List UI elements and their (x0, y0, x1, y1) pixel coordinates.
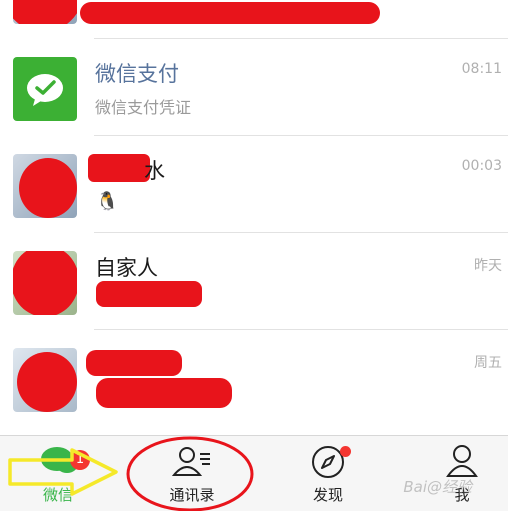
tab-discover[interactable]: 发现 (278, 436, 378, 511)
wechat-pay-icon (27, 74, 63, 106)
tab-me[interactable]: 我 (412, 436, 508, 511)
watermark: Bai@经验 (403, 478, 472, 496)
redaction-mark (96, 281, 202, 307)
redaction-mark (88, 154, 150, 182)
contacts-icon (172, 447, 210, 476)
chat-row[interactable]: 自家人 昨天 (0, 233, 508, 330)
new-dot (340, 446, 351, 457)
redaction-mark (13, 251, 77, 315)
avatar (13, 251, 77, 315)
chat-time: 昨天 (474, 258, 502, 274)
unread-badge: 1 (70, 450, 90, 470)
chat-name: 微信支付 (95, 62, 179, 86)
redaction-mark (19, 158, 77, 218)
chat-row[interactable]: 水 🐧 00:03 (0, 136, 508, 233)
avatar (13, 0, 77, 24)
qq-penguin-icon: 🐧 (96, 191, 119, 212)
avatar (13, 154, 77, 218)
wechat-pay-avatar (13, 57, 77, 121)
redaction-mark (17, 352, 77, 412)
tab-label: 通讯录 (169, 486, 215, 504)
redaction-mark (13, 0, 77, 24)
tab-label: 微信 (42, 486, 73, 504)
tab-chats[interactable]: 1 微信 (8, 436, 108, 511)
person-icon (446, 445, 478, 477)
chat-time: 周五 (474, 355, 502, 371)
redaction-mark (80, 2, 380, 24)
avatar (13, 348, 77, 412)
chat-row[interactable]: 周五 (0, 330, 508, 427)
tab-label: 发现 (312, 486, 343, 504)
chat-time: 00:03 (461, 158, 502, 174)
chat-name: 水 (144, 159, 165, 183)
chat-row-wechat-pay[interactable]: 微信支付 微信支付凭证 08:11 (0, 39, 508, 136)
chat-time: 08:11 (461, 61, 502, 77)
chat-row[interactable] (0, 0, 508, 39)
tab-bar: 1 微信 通讯录 发现 我 (0, 435, 508, 511)
redaction-mark (96, 378, 232, 408)
chat-preview: 微信支付凭证 (95, 98, 192, 117)
redaction-mark (86, 350, 182, 376)
tab-contacts[interactable]: 通讯录 (142, 436, 242, 511)
chat-name: 自家人 (95, 256, 158, 280)
